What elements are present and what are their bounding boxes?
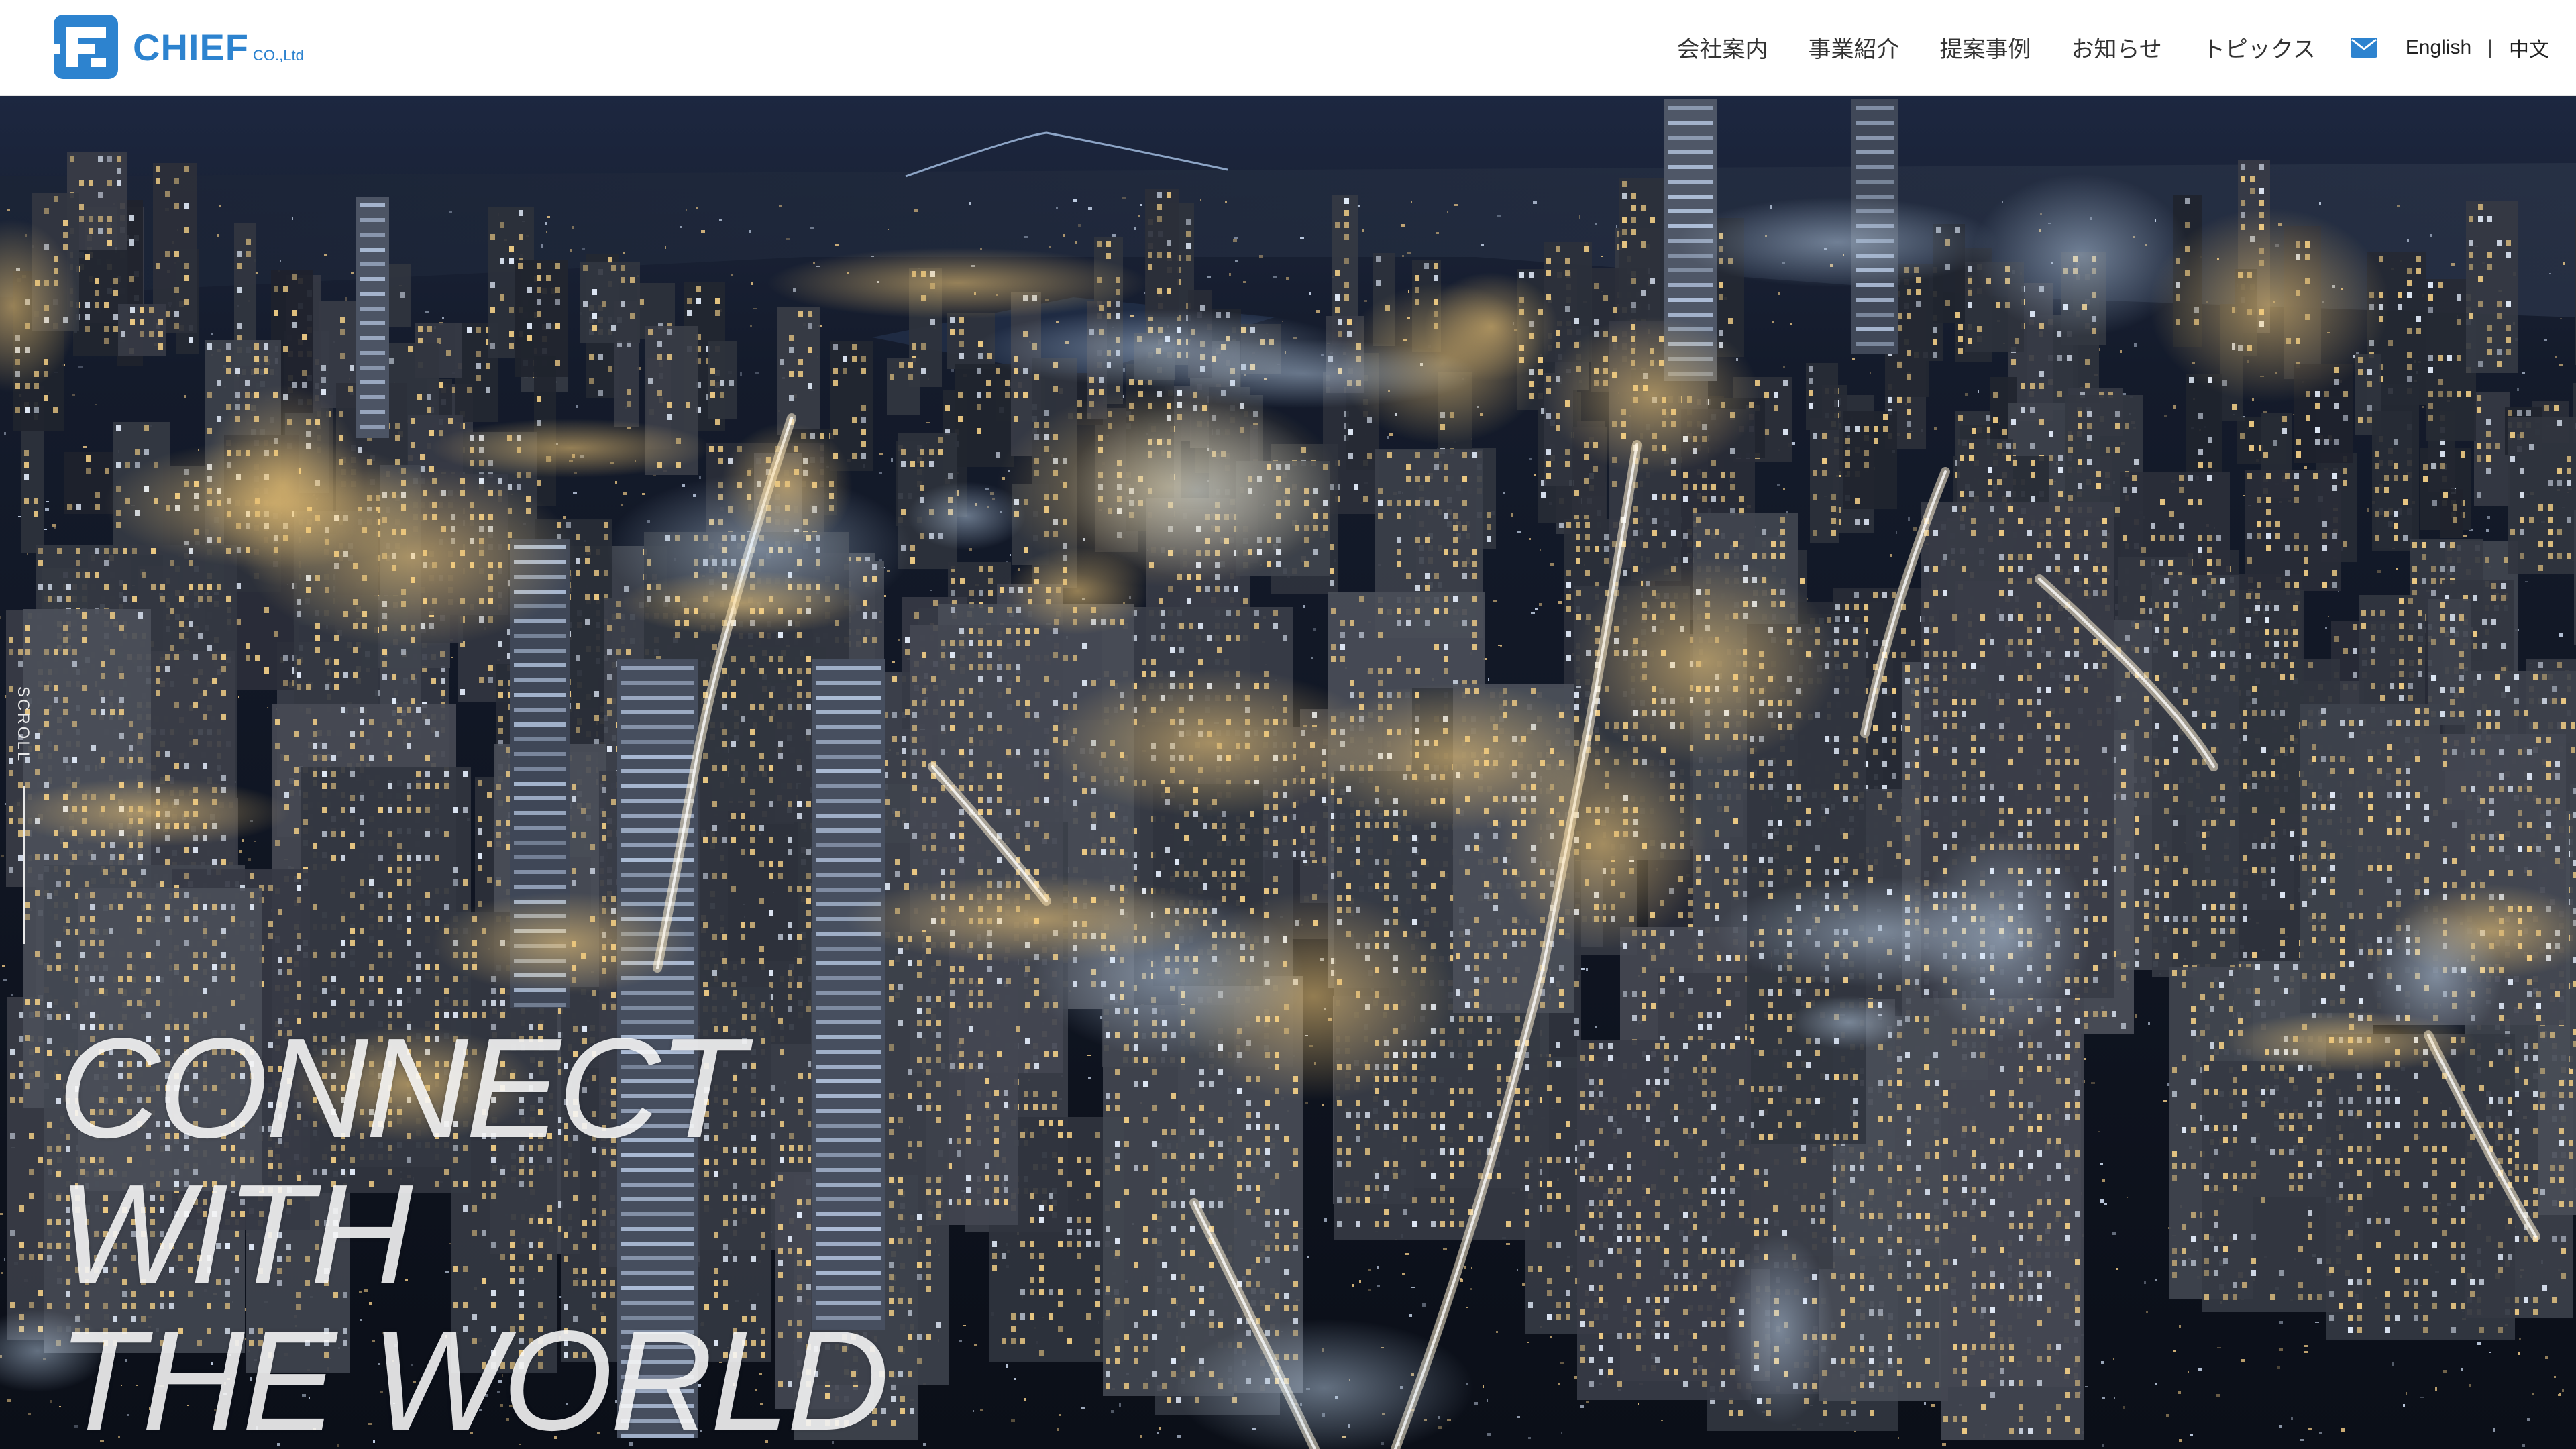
nav-cases[interactable]: 提案事例 [1939,31,2031,64]
nav-company[interactable]: 会社案内 [1676,31,1768,64]
lang-separator: | [2487,36,2493,59]
hero-section: SCROLL CONNECT WITH THE WORLD [0,96,2576,1449]
hero-headline: CONNECT WITH THE WORLD [58,1015,890,1449]
lang-chinese[interactable]: 中文 [2509,33,2549,62]
headline-line-1: CONNECT [58,1015,887,1161]
lang-english[interactable]: English [2406,36,2471,59]
company-logo[interactable]: CHIEF CO.,Ltd [54,13,304,80]
mail-icon[interactable] [2350,37,2377,58]
brand-name: CHIEF [133,25,249,69]
scroll-label: SCROLL [13,686,32,763]
nav-news[interactable]: お知らせ [2071,31,2161,64]
main-nav: 会社案内 事業紹介 提案事例 お知らせ トピックス English | 中文 [1636,0,2549,95]
headline-line-2: WITH [58,1161,887,1307]
site-header: CHIEF CO.,Ltd 会社案内 事業紹介 提案事例 お知らせ トピックス … [0,0,2576,96]
headline-line-3: THE WORLD [58,1307,890,1449]
nav-business[interactable]: 事業紹介 [1808,31,1899,64]
nav-topics[interactable]: トピックス [2202,31,2316,64]
brand-suffix: CO.,Ltd [253,47,304,64]
chief-logo-icon [54,15,118,79]
scroll-line [23,786,25,944]
